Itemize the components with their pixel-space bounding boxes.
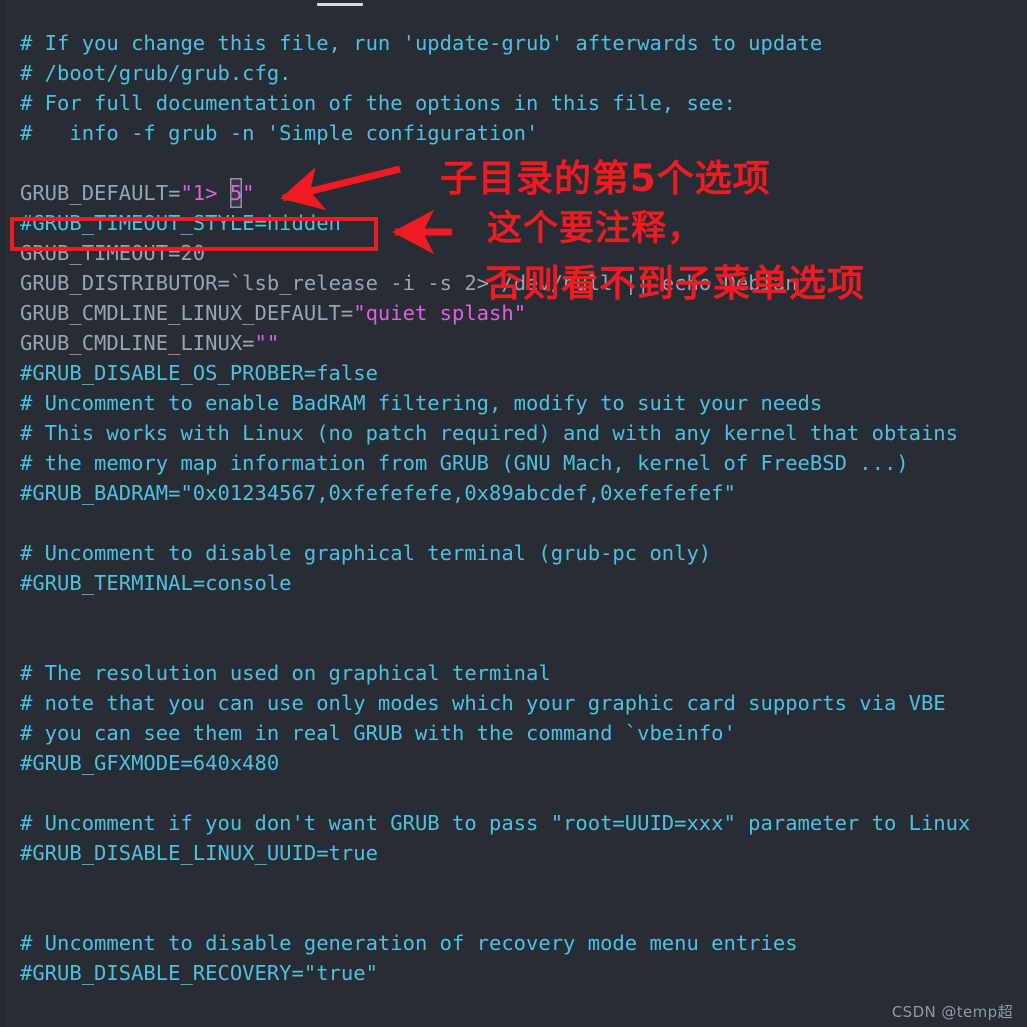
code-comment: # This works with Linux (no patch requir… — [20, 421, 958, 445]
editor-window: # If you change this file, run 'update-g… — [0, 0, 1027, 1027]
code-comment: # the memory map information from GRUB (… — [20, 451, 909, 475]
code-line: #GRUB_BADRAM="0x01234567,0xfefefefe,0x89… — [0, 478, 1027, 508]
code-comment: # The resolution used on graphical termi… — [20, 661, 551, 685]
code-comment: # Uncomment to enable BadRAM filtering, … — [20, 391, 823, 415]
code-line: # /boot/grub/grub.cfg. — [0, 58, 1027, 88]
code-line: # Uncomment to enable BadRAM filtering, … — [0, 388, 1027, 418]
code-value: "1> — [180, 181, 230, 205]
code-comment: # info -f grub -n 'Simple configuration' — [20, 121, 539, 145]
code-comment: #GRUB_TIMEOUT_STYLE=hidden — [20, 211, 341, 235]
annotation-note-1: 子目录的第5个选项 — [440, 157, 771, 200]
code-comment: # Uncomment to disable generation of rec… — [20, 931, 798, 955]
code-line: # If you change this file, run 'update-g… — [0, 28, 1027, 58]
code-line: # note that you can use only modes which… — [0, 688, 1027, 718]
code-comment: # If you change this file, run 'update-g… — [20, 31, 823, 55]
code-value: "" — [254, 331, 280, 355]
code-comment: #GRUB_GFXMODE=640x480 — [20, 751, 280, 775]
code-line: #GRUB_DISABLE_OS_PROBER=false — [0, 358, 1027, 388]
code-comment: #GRUB_BADRAM="0x01234567,0xfefefefe,0x89… — [20, 481, 736, 505]
code-line: #GRUB_GFXMODE=640x480 — [0, 748, 1027, 778]
code-line: # The resolution used on graphical termi… — [0, 658, 1027, 688]
active-tab-underline-icon — [317, 3, 363, 6]
code-comment: # note that you can use only modes which… — [20, 691, 946, 715]
code-identifier: GRUB_DEFAULT= — [20, 181, 181, 205]
code-comment: #GRUB_TERMINAL=console — [20, 571, 292, 595]
code-line: # info -f grub -n 'Simple configuration' — [0, 118, 1027, 148]
code-identifier: GRUB_CMDLINE_LINUX_DEFAULT= — [20, 301, 354, 325]
code-comment: #GRUB_DISABLE_LINUX_UUID=true — [20, 841, 378, 865]
code-comment: # Uncomment to disable graphical termina… — [20, 541, 712, 565]
code-line: #GRUB_TERMINAL=console — [0, 568, 1027, 598]
code-comment: # you can see them in real GRUB with the… — [20, 721, 736, 745]
code-comment: #GRUB_DISABLE_OS_PROBER=false — [20, 361, 378, 385]
code-identifier: GRUB_TIMEOUT= — [20, 241, 181, 265]
annotation-note-2: 这个要注释， — [487, 209, 704, 249]
code-value-suffix: " — [242, 181, 255, 205]
code-comment: #GRUB_DISABLE_RECOVERY="true" — [20, 961, 378, 985]
code-line: #GRUB_DISABLE_LINUX_UUID=true — [0, 838, 1027, 868]
code-line: # you can see them in real GRUB with the… — [0, 718, 1027, 748]
code-identifier: GRUB_CMDLINE_LINUX= — [20, 331, 255, 355]
code-line: # Uncomment to disable graphical termina… — [0, 538, 1027, 568]
annotation-note-3: 否则看不到子菜单选项 — [485, 262, 865, 305]
code-line: #GRUB_DISABLE_RECOVERY="true" — [0, 958, 1027, 988]
code-line: GRUB_CMDLINE_LINUX="" — [0, 328, 1027, 358]
code-line: # This works with Linux (no patch requir… — [0, 418, 1027, 448]
code-identifier: GRUB_DISTRIBUTOR= — [20, 271, 230, 295]
text-cursor[interactable]: 5 — [229, 178, 243, 208]
code-line: # Uncomment to disable generation of rec… — [0, 928, 1027, 958]
code-comment: # Uncomment if you don't want GRUB to pa… — [20, 811, 971, 835]
code-comment: # /boot/grub/grub.cfg. — [20, 61, 292, 85]
code-line: # Uncomment if you don't want GRUB to pa… — [0, 808, 1027, 838]
code-line: # For full documentation of the options … — [0, 88, 1027, 118]
code-value: 20 — [180, 241, 206, 265]
code-comment: # For full documentation of the options … — [20, 91, 736, 115]
code-line: # the memory map information from GRUB (… — [0, 448, 1027, 478]
watermark-label: CSDN @temp超 — [891, 1003, 1013, 1021]
